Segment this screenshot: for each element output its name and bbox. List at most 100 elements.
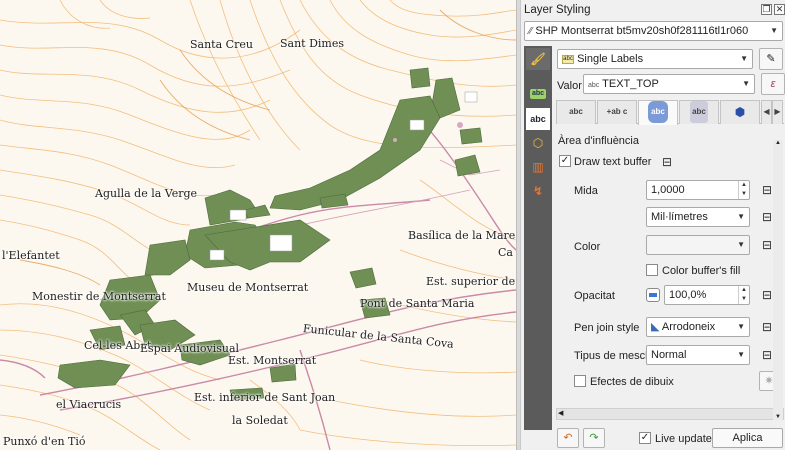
size-spinbox[interactable]: 1,0000 ▲ ▼ — [646, 180, 750, 200]
fill-buffer-checkbox[interactable] — [646, 264, 658, 276]
map-label-espai: Espai Audiovisual — [140, 342, 240, 355]
diagram-icon[interactable]: ▥ — [526, 156, 550, 178]
map-label-punxo: Punxó d'en Tió — [3, 435, 86, 448]
unit-value: Mil·límetres — [651, 211, 708, 223]
draw-buffer-label: Draw text buffer — [574, 156, 652, 168]
map-vector-layer — [0, 0, 516, 450]
map-label-est-superior: Est. superior de la — [426, 275, 516, 288]
chevron-down-icon: ▼ — [770, 26, 778, 35]
labels-active-icon[interactable]: abc — [526, 108, 550, 130]
app-window: Santa Creu Sant Dimes Agulla de la Verge… — [0, 0, 785, 450]
chevron-down-icon: ▼ — [737, 350, 745, 359]
map-canvas[interactable]: Santa Creu Sant Dimes Agulla de la Verge… — [0, 0, 516, 450]
opacity-slider-fill — [649, 293, 657, 297]
horizontal-scrollbar[interactable]: ◀ ▶ — [556, 408, 784, 420]
blend-select[interactable]: Normal ▼ — [646, 345, 750, 365]
opacity-spinbox[interactable]: 100,0% ▲ ▼ — [664, 285, 750, 305]
tab-scroll-right[interactable]: ▶ — [772, 100, 783, 124]
3d-cube-icon[interactable]: ⬡ — [526, 132, 550, 154]
chevron-down-icon: ▼ — [740, 54, 748, 63]
tab-background[interactable]: abc — [679, 100, 719, 124]
map-label-museu: Museu de Montserrat — [187, 281, 309, 294]
layer-styling-panel: Layer Styling ❐ ✕ ⁄⁄ SHP Montserrat bt5m… — [520, 0, 785, 450]
join-style-value: Arrodoneix — [661, 321, 716, 333]
opacity-slider[interactable] — [646, 288, 660, 302]
tab-text[interactable]: abc — [556, 100, 596, 124]
spin-down-icon[interactable]: ▼ — [738, 190, 749, 199]
round-join-icon: ◣ — [651, 321, 660, 333]
float-panel-icon[interactable]: ❐ — [761, 4, 772, 15]
value-field-value: TEXT_TOP — [602, 78, 659, 90]
join-style-label: Pen join style — [574, 322, 640, 334]
undo-icon[interactable]: ↶ — [557, 428, 579, 448]
paintbrush-icon[interactable]: 🖌 — [526, 48, 550, 70]
style-sidebar: 🖌 abc abc ⬡ ▥ ↯ — [524, 46, 552, 430]
tab-buffer[interactable]: abc — [638, 100, 678, 125]
map-label-pont: Pont de Santa Maria — [360, 297, 475, 310]
blend-value: Normal — [651, 349, 687, 361]
draw-buffer-checkbox[interactable]: ✓ — [559, 155, 571, 167]
map-label-elefantet: l'Elefantet — [2, 249, 60, 262]
color-label: Color — [574, 241, 601, 253]
apply-button-label: Aplica — [732, 432, 763, 444]
map-label-soledat: la Soledat — [232, 414, 288, 427]
size-value: 1,0000 — [651, 184, 685, 196]
layer-select[interactable]: ⁄⁄ SHP Montserrat bt5mv20sh0f281116tl1r0… — [524, 21, 783, 41]
close-panel-icon[interactable]: ✕ — [774, 4, 785, 15]
join-style-select[interactable]: ◣ Arrodoneix ▼ — [646, 317, 750, 337]
spin-down-icon[interactable]: ▼ — [738, 295, 749, 304]
panel-title: Layer Styling — [524, 4, 591, 16]
chevron-down-icon: ▼ — [737, 322, 745, 331]
map-label-ca: Ca — [498, 246, 513, 259]
labels-tab-icon[interactable]: abc — [526, 80, 550, 102]
spin-up-icon[interactable]: ▲ — [738, 181, 749, 190]
text-field-icon: abc — [588, 82, 600, 89]
opacity-label: Opacitat — [574, 290, 615, 302]
scroll-up-icon[interactable]: ▲ — [773, 140, 783, 146]
effects-label: Efectes de dibuix — [590, 376, 674, 388]
value-field-select[interactable]: abc TEXT_TOP ▼ — [583, 74, 755, 94]
live-update-checkbox[interactable]: ✓ — [639, 432, 651, 444]
renderer-select[interactable]: abc Single Labels ▼ — [557, 49, 753, 69]
map-label-sant-dimes: Sant Dimes — [280, 37, 345, 50]
single-labels-icon: abc — [562, 54, 574, 64]
actions-icon[interactable]: ↯ — [526, 180, 550, 202]
opacity-value: 100,0% — [669, 289, 707, 301]
unit-select[interactable]: Mil·límetres ▼ — [646, 207, 750, 227]
tab-formatting[interactable]: +ab c — [597, 100, 637, 124]
effects-checkbox[interactable] — [574, 375, 586, 387]
buffer-settings: Àrea d'influència ✓ Draw text buffer ⊟ M… — [556, 125, 784, 423]
map-label-est-montserrat: Est. Montserrat — [228, 354, 317, 367]
redo-icon[interactable]: ↷ — [583, 428, 605, 448]
fill-buffer-label: Color buffer's fill — [662, 265, 741, 277]
vector-layer-icon: ⁄⁄ — [529, 26, 533, 37]
chevron-down-icon: ▼ — [737, 212, 745, 221]
style-manager-icon[interactable]: ✎ — [759, 48, 783, 70]
map-label-santa-creu: Santa Creu — [190, 38, 253, 51]
scroll-left-icon[interactable]: ◀ — [558, 409, 563, 419]
chevron-down-icon: ▼ — [737, 240, 745, 249]
layer-select-value: SHP Montserrat bt5mv20sh0f281116tl1r060 — [535, 25, 749, 37]
color-button[interactable]: ▼ — [646, 235, 750, 255]
vertical-scrollbar[interactable]: ▲ ▼ — [773, 140, 783, 420]
chevron-down-icon: ▼ — [742, 79, 750, 88]
live-update-label: Live update — [655, 433, 712, 445]
tab-scroll-left[interactable]: ◀ — [761, 100, 772, 124]
map-label-monestir: Monestir de Montserrat — [32, 290, 166, 303]
label-tabbar: abc +ab c abc abc ⬢ ◀ ▶ — [556, 100, 784, 125]
blend-label: Tipus de mescla — [574, 350, 654, 362]
data-defined-override-icon[interactable]: ⊟ — [656, 152, 678, 172]
scroll-down-icon[interactable]: ▼ — [773, 414, 783, 420]
map-label-basilica: Basílica de la Mare de — [408, 229, 516, 242]
size-label: Mida — [574, 185, 598, 197]
map-label-viacrucis: el Viacrucis — [56, 398, 122, 411]
apply-button[interactable]: Aplica — [712, 428, 783, 448]
expression-icon[interactable]: ε — [761, 73, 785, 95]
spin-up-icon[interactable]: ▲ — [738, 286, 749, 295]
tab-shadow[interactable]: ⬢ — [720, 100, 760, 124]
map-label-agulla: Agulla de la Verge — [95, 187, 198, 200]
section-title: Àrea d'influència — [558, 135, 639, 147]
map-label-est-inferior: Est. inferior de Sant Joan — [194, 391, 336, 404]
renderer-select-value: Single Labels — [577, 53, 644, 65]
value-label: Valor — [557, 80, 582, 92]
